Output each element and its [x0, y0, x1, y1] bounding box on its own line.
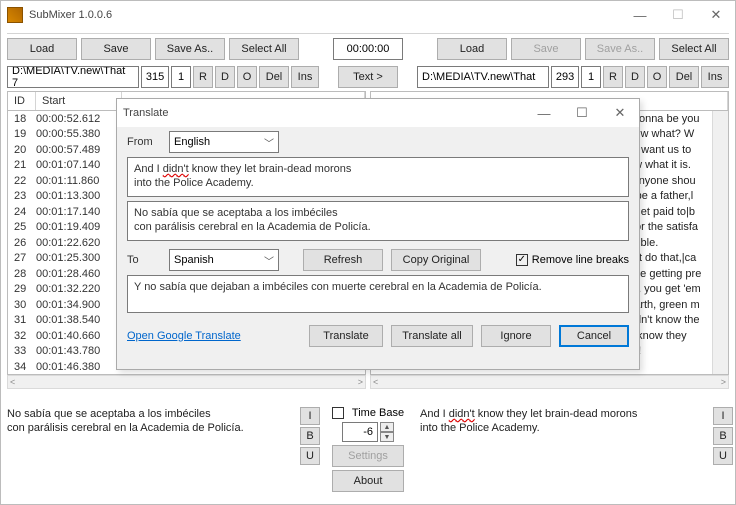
from-language-combo[interactable]: English﹀: [169, 131, 279, 153]
timebase-checkbox[interactable]: Time Base: [332, 407, 404, 419]
file-row: D:\MEDIA\TV.new\That 7 315 1 R D O Del I…: [1, 63, 735, 91]
selectall-right-button[interactable]: Select All: [659, 38, 729, 60]
dialog-maximize-button[interactable]: ☐: [563, 99, 601, 127]
scroll-h-right[interactable]: <>: [370, 375, 729, 389]
top-toolbar: Load Save Save As.. Select All 00:00:00 …: [1, 35, 735, 63]
offset-stepper[interactable]: -6 ▲▼: [342, 422, 394, 442]
copy-original-button[interactable]: Copy Original: [391, 249, 481, 271]
dialog-titlebar: Translate — ☐ ✕: [117, 99, 639, 127]
to-language-combo[interactable]: Spanish﹀: [169, 249, 279, 271]
text-right-button[interactable]: Text >: [338, 66, 398, 88]
settings-button[interactable]: Settings: [332, 445, 404, 467]
chevron-down-icon: ﹀: [264, 135, 274, 150]
col-start[interactable]: Start: [36, 92, 122, 110]
remove-line-breaks-checkbox[interactable]: ✓Remove line breaks: [516, 254, 629, 266]
file-left-input[interactable]: D:\MEDIA\TV.new\That 7: [7, 66, 139, 88]
ins-right-button[interactable]: Ins: [701, 66, 729, 88]
selectall-left-button[interactable]: Select All: [229, 38, 299, 60]
about-button[interactable]: About: [332, 470, 404, 492]
to-label: To: [127, 254, 161, 266]
ins-left-button[interactable]: Ins: [291, 66, 319, 88]
scrollbar-v[interactable]: [712, 111, 728, 374]
bottom-panel: No sabía que se aceptaba a los imbéciles…: [1, 403, 735, 504]
o-left-button[interactable]: O: [237, 66, 257, 88]
translate-all-button[interactable]: Translate all: [391, 325, 473, 347]
bold-right-button[interactable]: B: [713, 427, 733, 445]
open-google-translate-link[interactable]: Open Google Translate: [127, 330, 241, 342]
del-left-button[interactable]: Del: [259, 66, 289, 88]
d-left-button[interactable]: D: [215, 66, 235, 88]
close-button[interactable]: ✕: [697, 1, 735, 29]
bold-left-button[interactable]: B: [300, 427, 320, 445]
translate-dialog: Translate — ☐ ✕ From English﹀ And I didn…: [116, 98, 640, 370]
minimize-button[interactable]: —: [621, 1, 659, 29]
cancel-button[interactable]: Cancel: [559, 325, 629, 347]
r-left-button[interactable]: R: [193, 66, 213, 88]
reference-text[interactable]: No sabía que se aceptaba a los imbéciles…: [127, 201, 629, 241]
col-id[interactable]: ID: [8, 92, 36, 110]
source-text[interactable]: And I didn't know they let brain-dead mo…: [127, 157, 629, 197]
saveas-left-button[interactable]: Save As..: [155, 38, 225, 60]
refresh-button[interactable]: Refresh: [303, 249, 383, 271]
source-preview-right: And I didn't know they let brain-dead mo…: [414, 403, 711, 504]
underline-left-button[interactable]: U: [300, 447, 320, 465]
time-display[interactable]: 00:00:00: [333, 38, 403, 60]
ignore-button[interactable]: Ignore: [481, 325, 551, 347]
underline-right-button[interactable]: U: [713, 447, 733, 465]
italic-left-button[interactable]: I: [300, 407, 320, 425]
r-right-button[interactable]: R: [603, 66, 623, 88]
dialog-close-button[interactable]: ✕: [601, 99, 639, 127]
save-left-button[interactable]: Save: [81, 38, 151, 60]
center-controls: Time Base -6 ▲▼ Settings About: [322, 403, 414, 504]
maximize-button[interactable]: ☐: [659, 1, 697, 29]
translate-button[interactable]: Translate: [309, 325, 383, 347]
d-right-button[interactable]: D: [625, 66, 645, 88]
chevron-down-icon: ﹀: [264, 253, 274, 268]
count-left-a[interactable]: 315: [141, 66, 169, 88]
dialog-minimize-button[interactable]: —: [525, 99, 563, 127]
app-title: SubMixer 1.0.0.6: [29, 9, 621, 21]
translation-preview-left: No sabía que se aceptaba a los imbéciles…: [1, 403, 298, 504]
o-right-button[interactable]: O: [647, 66, 667, 88]
window-controls: — ☐ ✕: [621, 1, 735, 29]
italic-right-button[interactable]: I: [713, 407, 733, 425]
saveas-right-button[interactable]: Save As..: [585, 38, 655, 60]
save-right-button[interactable]: Save: [511, 38, 581, 60]
del-right-button[interactable]: Del: [669, 66, 699, 88]
load-right-button[interactable]: Load: [437, 38, 507, 60]
count-right-a[interactable]: 293: [551, 66, 579, 88]
step-up-icon[interactable]: ▲: [380, 422, 394, 432]
dialog-title: Translate: [123, 107, 525, 119]
app-icon: [7, 7, 23, 23]
count-left-b[interactable]: 1: [171, 66, 191, 88]
translation-edit[interactable]: Y no sabía que dejaban a imbéciles con m…: [127, 275, 629, 313]
step-down-icon[interactable]: ▼: [380, 432, 394, 442]
titlebar: SubMixer 1.0.0.6 — ☐ ✕: [1, 1, 735, 29]
file-right-input[interactable]: D:\MEDIA\TV.new\That: [417, 66, 549, 88]
count-right-b[interactable]: 1: [581, 66, 601, 88]
from-label: From: [127, 136, 161, 148]
scroll-h-left[interactable]: <>: [7, 375, 366, 389]
load-left-button[interactable]: Load: [7, 38, 77, 60]
